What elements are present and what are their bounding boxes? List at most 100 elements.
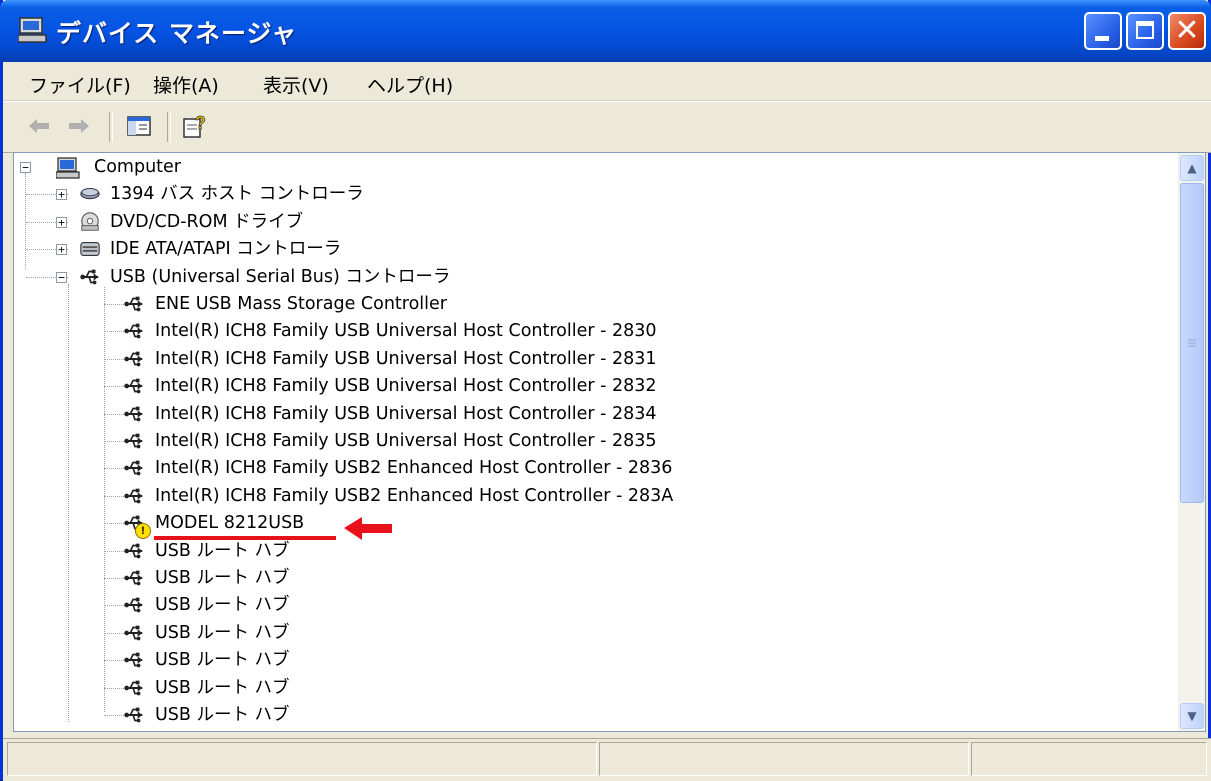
- device-tree[interactable]: − Computer +1394 バス ホスト コントローラ + DVD/CD-RO…: [13, 152, 1206, 732]
- maximize-icon: [1136, 21, 1154, 39]
- usb-icon: [124, 707, 143, 723]
- device-item[interactable]: USB ルート ハブ: [14, 675, 1114, 702]
- maximize-button[interactable]: [1126, 12, 1164, 50]
- device-item[interactable]: Intel(R) ICH8 Family USB Universal Host …: [14, 346, 1114, 373]
- toolbar-separator: [109, 112, 113, 142]
- device-item[interactable]: Intel(R) ICH8 Family USB Universal Host …: [14, 373, 1114, 400]
- device-label: Intel(R) ICH8 Family USB2 Enhanced Host …: [155, 485, 674, 506]
- device-label: Intel(R) ICH8 Family USB Universal Host …: [155, 431, 657, 451]
- expand-toggle[interactable]: +: [56, 244, 67, 256]
- minimize-icon: [1095, 36, 1109, 41]
- disc-drive-icon: [81, 212, 99, 231]
- tree-connector: [104, 660, 124, 662]
- tree-category[interactable]: + DVD/CD-ROM ドライブ: [14, 209, 1114, 236]
- back-arrow-icon[interactable]: [25, 112, 53, 140]
- device-label: USB ルート ハブ: [155, 705, 290, 725]
- tree-connector: [104, 468, 124, 470]
- device-item[interactable]: Intel(R) ICH8 Family USB Universal Host …: [14, 401, 1114, 428]
- usb-icon: [124, 406, 143, 421]
- scroll-down-button[interactable]: ▼: [1180, 703, 1204, 729]
- device-label: Intel(R) ICH8 Family USB2 Enhanced Host …: [155, 458, 673, 479]
- tree-category-label: USB (Universal Serial Bus) コントローラ: [110, 266, 451, 287]
- tree-connector: [104, 523, 124, 525]
- tree-connector: [104, 550, 124, 552]
- computer-icon: [56, 157, 80, 179]
- device-item-warning[interactable]: ! MODEL 8212USB: [14, 510, 1114, 540]
- device-manager-icon: [18, 17, 47, 43]
- menu-file[interactable]: ファイル(F): [21, 69, 139, 100]
- tree-root-label: Computer: [94, 157, 181, 177]
- device-item[interactable]: USB ルート ハブ: [14, 565, 1114, 592]
- menu-help[interactable]: ヘルプ(H): [359, 69, 461, 100]
- help-properties-icon[interactable]: ?: [181, 112, 211, 140]
- tree-root-computer[interactable]: − Computer: [14, 154, 614, 181]
- device-manager-window: デバイス マネージャ ✕ ファイル(F) 操作(A) 表示(V) ヘルプ(H) …: [0, 0, 1211, 781]
- device-item[interactable]: Intel(R) ICH8 Family USB Universal Host …: [14, 318, 1114, 345]
- tree-connector: [104, 441, 124, 442]
- usb-icon: [124, 652, 143, 668]
- tree-category-label: IDE ATA/ATAPI コントローラ: [110, 239, 342, 260]
- device-item[interactable]: Intel(R) ICH8 Family USB Universal Host …: [14, 428, 1114, 455]
- tree-connector: [104, 358, 124, 360]
- toolbar: ?: [3, 101, 1211, 153]
- minimize-button[interactable]: [1084, 12, 1122, 50]
- device-item[interactable]: USB ルート ハブ: [14, 620, 1114, 647]
- forward-arrow-icon[interactable]: [65, 112, 93, 140]
- tree-category[interactable]: +1394 バス ホスト コントローラ: [14, 181, 1114, 208]
- close-icon: ✕: [1174, 13, 1200, 48]
- usb-icon: [124, 296, 143, 312]
- device-label: USB ルート ハブ: [155, 540, 290, 561]
- tree-category-label: 1394 バス ホスト コントローラ: [110, 184, 364, 205]
- usb-icon: [124, 378, 143, 394]
- grip-icon: [1188, 339, 1196, 347]
- tree-connector: [104, 386, 124, 388]
- menu-bar: ファイル(F) 操作(A) 表示(V) ヘルプ(H): [3, 62, 1211, 101]
- tree-connector: [104, 495, 124, 497]
- collapse-toggle[interactable]: −: [56, 271, 67, 283]
- scroll-thumb[interactable]: [1180, 183, 1204, 503]
- expand-toggle[interactable]: +: [56, 216, 67, 228]
- device-item[interactable]: USB ルート ハブ: [14, 702, 1114, 729]
- close-button[interactable]: ✕: [1168, 12, 1206, 50]
- firewire-icon: [80, 188, 100, 200]
- device-label: Intel(R) ICH8 Family USB Universal Host …: [155, 348, 657, 369]
- window-title: デバイス マネージャ: [56, 19, 298, 48]
- usb-icon: [124, 351, 143, 367]
- svg-text:?: ?: [195, 113, 206, 133]
- usb-icon: [124, 680, 143, 695]
- tree-connector: [104, 632, 124, 634]
- status-bar: [3, 738, 1211, 781]
- device-item[interactable]: USB ルート ハブ: [14, 592, 1114, 619]
- device-label: Intel(R) ICH8 Family USB Universal Host …: [155, 403, 657, 424]
- tree-connector: [104, 605, 124, 607]
- title-bar[interactable]: デバイス マネージャ ✕: [0, 0, 1211, 62]
- tree-category[interactable]: + IDE ATA/ATAPI コントローラ: [14, 236, 1114, 263]
- status-panel-right: [971, 742, 1207, 776]
- tree-category[interactable]: − USB (Universal Serial Bus) コントローラ: [14, 264, 1114, 291]
- device-item[interactable]: ENE USB Mass Storage Controller: [14, 291, 1114, 318]
- device-item[interactable]: USB ルート ハブ: [14, 538, 1114, 565]
- device-item[interactable]: Intel(R) ICH8 Family USB2 Enhanced Host …: [14, 483, 1114, 510]
- device-label: Intel(R) ICH8 Family USB Universal Host …: [155, 321, 657, 342]
- device-item[interactable]: USB ルート ハブ: [14, 647, 1114, 674]
- toolbar-separator: [167, 112, 171, 142]
- collapse-toggle[interactable]: −: [20, 162, 31, 173]
- tree-connector: [104, 331, 124, 333]
- menu-view[interactable]: 表示(V): [255, 69, 337, 100]
- tree-connector: [104, 578, 124, 579]
- expand-toggle[interactable]: +: [56, 189, 67, 201]
- scroll-up-button[interactable]: ▲: [1180, 155, 1204, 181]
- tree-connector: [104, 715, 124, 716]
- usb-icon: [124, 598, 143, 613]
- menu-action[interactable]: 操作(A): [145, 69, 227, 100]
- device-item[interactable]: Intel(R) ICH8 Family USB2 Enhanced Host …: [14, 455, 1114, 482]
- device-label: ENE USB Mass Storage Controller: [155, 294, 447, 314]
- usb-icon: [124, 324, 143, 339]
- usb-icon: [124, 625, 143, 641]
- usb-icon: [124, 543, 143, 558]
- status-panel-middle: [599, 742, 969, 776]
- vertical-scrollbar[interactable]: ▲ ▼: [1178, 153, 1205, 731]
- usb-icon: [124, 488, 143, 504]
- console-tree-icon[interactable]: [125, 112, 153, 140]
- usb-icon: [80, 269, 99, 284]
